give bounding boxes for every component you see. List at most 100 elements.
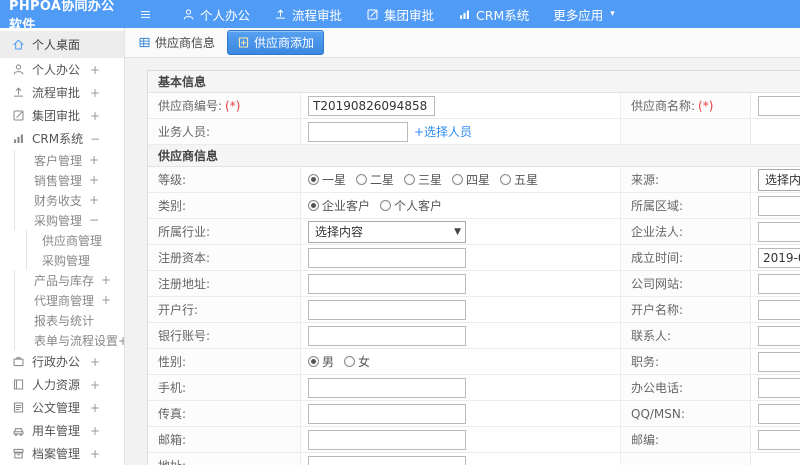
tab-label: 供应商添加 (254, 36, 315, 50)
sidebar-item[interactable]: 供应商管理 (26, 230, 124, 250)
form-field-cell: 男女 (301, 349, 621, 374)
office-phone-input[interactable] (758, 377, 800, 398)
supplier-form: 基本信息供应商编号:(*)供应商名称:(*)业务人员:+选择人员供应商信息等级:… (147, 70, 800, 465)
job-title-input[interactable] (758, 351, 800, 372)
expand-toggle-icon[interactable]: − (90, 132, 124, 146)
radio-icon (500, 174, 512, 185)
bank-account-input[interactable] (308, 325, 466, 346)
qq-msn-input[interactable] (758, 403, 800, 424)
level-radio-3[interactable]: 四星 (452, 171, 490, 188)
sidebar-item[interactable]: 报表与统计 (14, 310, 124, 330)
user-icon (182, 8, 195, 21)
expand-toggle-icon[interactable]: + (90, 109, 124, 123)
sidebar-item[interactable]: 代理商管理 + (14, 290, 124, 310)
expand-toggle-icon[interactable]: + (90, 355, 124, 369)
sidebar-item[interactable]: 采购管理 − (14, 210, 124, 230)
form-field-cell (751, 93, 800, 118)
sidebar-item[interactable]: 公文管理 + (0, 396, 124, 419)
expand-toggle-icon[interactable]: + (89, 153, 124, 167)
expand-toggle-icon[interactable]: + (90, 378, 124, 392)
expand-toggle-icon[interactable]: + (90, 63, 124, 77)
topbar-item[interactable]: CRM系统 (458, 5, 529, 24)
sidebar-item[interactable]: 行政办公 + (0, 350, 124, 373)
address-input[interactable] (308, 455, 466, 465)
sidebar-item[interactable]: 销售管理 + (14, 170, 124, 190)
form-field-cell (751, 427, 800, 452)
form-field-label: 来源: (621, 167, 751, 192)
form-row: 传真: QQ/MSN: (148, 401, 800, 427)
sidebar-item[interactable]: 个人桌面 (0, 31, 124, 58)
mobile-input[interactable] (308, 377, 466, 398)
label-text: 邮编: (631, 433, 660, 447)
level-radio-2[interactable]: 三星 (404, 171, 442, 188)
expand-toggle-icon[interactable]: + (90, 401, 124, 415)
form-field-label: 地址: (148, 453, 301, 465)
sidebar-item[interactable]: 档案管理 + (0, 442, 124, 465)
supplier-code-input[interactable] (308, 95, 435, 116)
content: 基本信息供应商编号:(*)供应商名称:(*)业务人员:+选择人员供应商信息等级:… (125, 58, 800, 465)
registered-capital-input[interactable] (308, 247, 466, 268)
form-field-cell (751, 297, 800, 322)
tab[interactable]: 供应商信息 (133, 31, 220, 54)
topbar-nav: 个人办公 流程审批 集团审批 CRM系统 更多应用 ▾ (182, 5, 639, 24)
form-row: 所属行业: 选择内容 ▼ 企业法人: (148, 219, 800, 245)
account-name-input[interactable] (758, 299, 800, 320)
sidebar-item[interactable]: 用车管理 + (0, 419, 124, 442)
category-radio-1[interactable]: 个人客户 (380, 197, 442, 214)
registered-address-input[interactable] (308, 273, 466, 294)
expand-toggle-icon[interactable]: + (90, 86, 124, 100)
expand-toggle-icon[interactable]: + (101, 293, 124, 307)
postcode-input[interactable] (758, 429, 800, 450)
label-text: 传真: (158, 407, 187, 421)
sidebar-item[interactable]: 人力资源 + (0, 373, 124, 396)
tab[interactable]: 供应商添加 (227, 30, 325, 55)
source-select[interactable]: 选择内容▼ (758, 168, 800, 191)
legal-person-input[interactable] (758, 221, 800, 242)
sidebar-item[interactable]: 集团审批 + (0, 104, 124, 127)
sidebar-item[interactable]: 采购管理 (26, 250, 124, 270)
level-radio-4[interactable]: 五星 (500, 171, 538, 188)
industry-select[interactable]: 选择内容 ▼ (308, 220, 466, 243)
gender-radio-0[interactable]: 男 (308, 353, 334, 370)
sidebar-item[interactable]: 客户管理 + (14, 150, 124, 170)
expand-toggle-icon[interactable]: + (90, 424, 124, 438)
category-radio-0[interactable]: 企业客户 (308, 197, 370, 214)
expand-toggle-icon[interactable]: − (89, 213, 124, 227)
topbar-item[interactable]: 更多应用 ▾ (553, 5, 615, 24)
sidebar-item-label: 表单与流程设置+ (34, 333, 125, 348)
gender-radio-1[interactable]: 女 (344, 353, 370, 370)
topbar-item[interactable]: 个人办公 (182, 5, 250, 24)
business-staff-input[interactable] (308, 121, 408, 142)
region-input[interactable] (758, 195, 800, 216)
sidebar-item-label: 财务收支 (34, 193, 83, 208)
founded-date-input[interactable] (758, 247, 800, 268)
contact-person-input[interactable] (758, 325, 800, 346)
sidebar-item[interactable]: CRM系统 − (0, 127, 124, 150)
level-radio-1[interactable]: 二星 (356, 171, 394, 188)
form-field-cell: 企业客户 个人客户 (301, 193, 621, 218)
bank-input[interactable] (308, 299, 466, 320)
select-staff-link[interactable]: +选择人员 (414, 123, 472, 140)
sidebar-item-label: 用车管理 (32, 424, 81, 438)
sidebar-item[interactable]: 个人办公 + (0, 58, 124, 81)
hamburger-icon[interactable] (139, 8, 152, 21)
expand-toggle-icon[interactable]: + (101, 273, 124, 287)
sidebar-item[interactable]: 表单与流程设置+ (14, 330, 124, 350)
expand-toggle-icon[interactable]: + (89, 173, 124, 187)
sidebar-item-label: 采购管理 (34, 213, 83, 228)
topbar-item[interactable]: 流程审批 (274, 5, 342, 24)
email-input[interactable] (308, 429, 466, 450)
sidebar-item[interactable]: 产品与库存 + (14, 270, 124, 290)
expand-toggle-icon[interactable]: + (90, 447, 124, 461)
level-radio-0[interactable]: 一星 (308, 171, 346, 188)
label-text: 类别: (158, 199, 187, 213)
supplier-name-input[interactable] (758, 95, 800, 116)
sidebar-item[interactable]: 财务收支 + (14, 190, 124, 210)
layout: 个人桌面 个人办公 + 流程审批 + 集团审批 + CRM系统 − 客户管理 + 销售管理 + 财务收支 +… (0, 28, 800, 465)
radio-label: 企业客户 (322, 199, 371, 213)
company-website-input[interactable] (758, 273, 800, 294)
sidebar-item[interactable]: 流程审批 + (0, 81, 124, 104)
fax-input[interactable] (308, 403, 466, 424)
expand-toggle-icon[interactable]: + (89, 193, 124, 207)
topbar-item[interactable]: 集团审批 (366, 5, 434, 24)
